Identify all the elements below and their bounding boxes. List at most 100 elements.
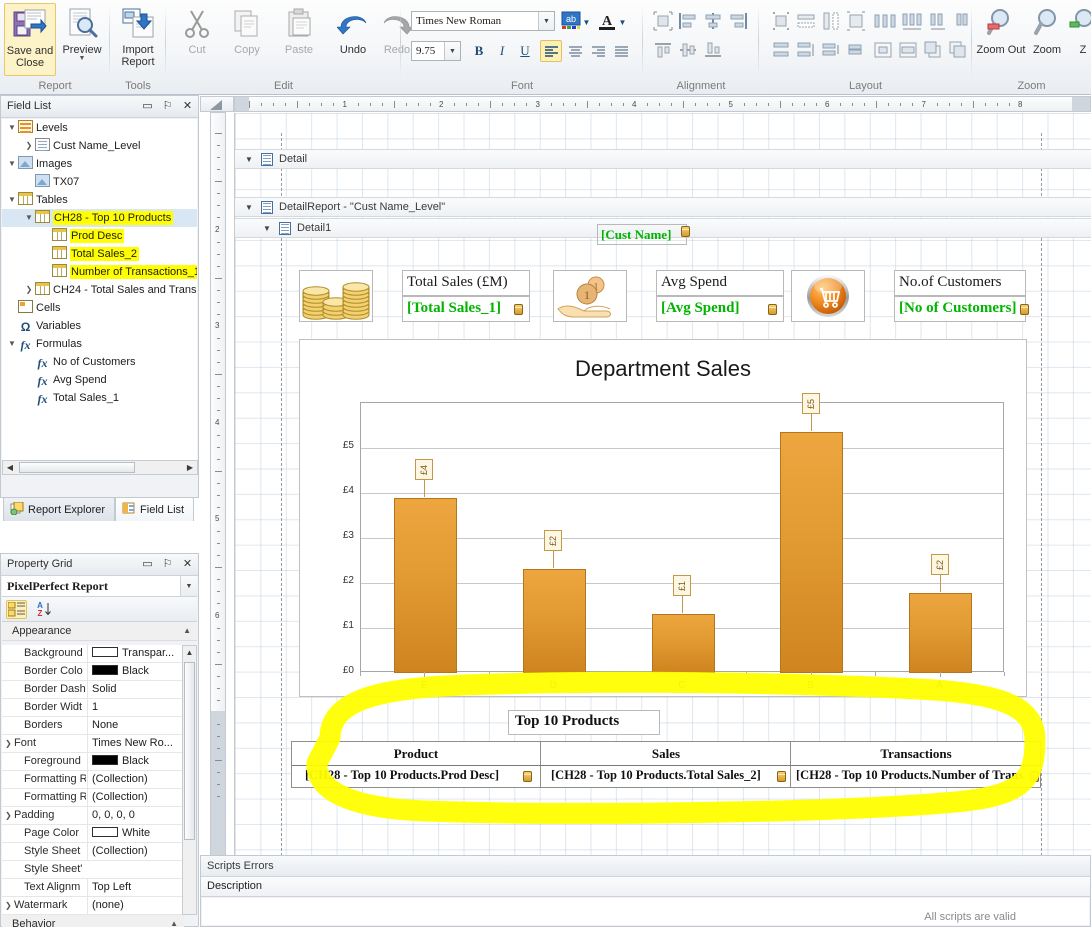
chevron-right-icon[interactable]: ❯ [23,281,35,299]
field-list-item[interactable]: ▼ fx Formulas [2,335,197,353]
pin-icon[interactable]: ⚐ [161,557,174,571]
chevron-down-icon[interactable]: ▼ [581,11,592,33]
align-top-button[interactable] [653,40,675,62]
property-value[interactable]: Black [87,663,184,680]
field-list-item[interactable]: Total Sales_2 [2,245,197,263]
undo-button[interactable]: Undo [332,3,374,76]
chevron-down-icon[interactable]: ▼ [444,42,460,60]
vscroll-thumb[interactable] [184,662,195,840]
property-row[interactable]: Formatting R (Collection) [2,789,184,807]
minimize-icon[interactable]: ▭ [141,557,154,571]
hand-coin-image-control[interactable]: 1 1 [553,270,627,322]
vertical-spacing-equal-button[interactable] [771,40,793,62]
scroll-left-icon[interactable]: ◀ [3,461,17,474]
property-row[interactable]: ❯ Watermark (none) [2,897,184,915]
font-size-combo[interactable]: 9.75 ▼ [411,41,461,61]
property-row[interactable]: ❯ Font Times New Ro... [2,735,184,753]
field-list-item[interactable]: ▼ CH28 - Top 10 Products [2,209,197,227]
total-sales-title-control[interactable]: Total Sales (£M) [402,270,530,296]
cust-name-field-control[interactable]: [Cust Name] [597,224,690,245]
coins-image-control[interactable] [299,270,373,322]
chevron-down-icon[interactable]: ▼ [6,119,18,137]
field-binding-tag-icon[interactable] [681,226,690,237]
property-row[interactable]: Foreground Black [2,753,184,771]
property-row[interactable]: ❯ Padding 0, 0, 0, 0 [2,807,184,825]
categorized-view-button[interactable] [6,599,27,619]
align-right-button[interactable] [587,40,609,62]
property-grid-object-combo[interactable]: PixelPerfect Report ▼ [2,576,197,597]
field-list-item[interactable]: fx No of Customers [2,353,197,371]
scroll-up-icon[interactable]: ▲ [183,646,196,660]
chevron-down-icon[interactable]: ▼ [180,576,197,596]
highlight-color-button[interactable]: ab [561,11,583,33]
horizontal-spacing-decrease-button[interactable] [928,11,950,33]
field-binding-tag-icon[interactable] [514,304,523,315]
property-category-behavior[interactable]: Behavior ▲ [2,915,184,927]
font-color-button[interactable]: A [597,11,619,33]
property-value[interactable]: None [87,717,184,734]
chevron-down-icon[interactable]: ▼ [6,191,18,209]
minimize-icon[interactable]: ▭ [141,99,154,113]
field-list-hscrollbar[interactable]: ◀ ▶ [2,460,198,475]
property-row[interactable]: Text Alignm Top Left [2,879,184,897]
align-justify-button[interactable] [610,40,632,62]
property-value[interactable]: White [87,825,184,842]
bring-to-front-button[interactable] [923,40,945,62]
align-left-button[interactable] [540,40,562,62]
property-value[interactable]: (Collection) [87,789,184,806]
dock-tab[interactable]: Report Explorer [3,497,116,521]
align-left-edges-button[interactable] [678,11,700,33]
center-vertically-button[interactable] [898,40,920,62]
property-value[interactable]: (none) [87,897,184,914]
align-center-button[interactable] [564,40,586,62]
vertical-spacing-increase-button[interactable] [796,40,818,62]
chevron-down-icon[interactable]: ▼ [6,335,18,353]
make-same-width-button[interactable] [796,11,818,33]
zoom-button[interactable]: Zoom [1026,3,1068,76]
make-same-height-button[interactable] [821,11,843,33]
field-binding-tag-icon[interactable] [768,304,777,315]
font-family-combo[interactable]: Times New Roman ▼ [411,11,555,31]
align-middle-button[interactable] [678,40,700,62]
property-row[interactable]: Border Widt 1 [2,699,184,717]
total-sales-value-control[interactable]: [Total Sales_1] [402,296,530,322]
cut-button[interactable]: Cut [174,3,220,76]
align-centers-button[interactable] [703,11,725,33]
field-list-item[interactable]: fx Total Sales_1 [2,389,197,407]
scroll-right-icon[interactable]: ▶ [183,461,197,474]
property-grid-rows[interactable]: Background Transpar... Border Colo Black Bor… [2,645,184,915]
horizontal-spacing-increase-button[interactable] [901,11,923,33]
property-value[interactable]: 1 [87,699,184,716]
chevron-down-icon[interactable]: ▼ [245,198,253,217]
property-row[interactable]: Formatting R (Collection) [2,771,184,789]
chevron-down-icon[interactable]: ▼ [6,155,18,173]
property-value[interactable]: Transpar... [87,645,184,662]
property-row[interactable]: Style Sheet' [2,861,184,879]
scripts-errors-list[interactable]: All scripts are valid [202,898,1089,925]
zoom-in-button[interactable]: Z [1068,3,1091,76]
chevron-down-icon[interactable]: ▼ [263,219,271,238]
property-value[interactable]: Solid [87,681,184,698]
property-value[interactable]: Top Left [87,879,184,896]
dock-tab[interactable]: Field List [115,497,195,521]
chevron-down-icon[interactable]: ▼ [23,209,35,227]
field-binding-tag-icon[interactable] [777,771,786,782]
chevron-right-icon[interactable]: ❯ [23,137,35,155]
cart-image-control[interactable] [791,270,865,322]
table-cell-product[interactable]: [CH28 - Top 10 Products.Prod Desc] [292,766,541,788]
field-list-tree[interactable]: ▼ Levels ❯ Cust Name_Level ▼ Images TX07 ▼ Table… [2,119,197,474]
field-list-item[interactable]: ❯ CH24 - Total Sales and Transa [2,281,197,299]
field-list-item[interactable]: ▼ Tables [2,191,197,209]
field-list-item[interactable]: Prod Desc [2,227,197,245]
vertical-spacing-remove-button[interactable] [846,40,868,62]
italic-button[interactable]: I [491,40,513,62]
field-list-item[interactable]: TX07 [2,173,197,191]
bold-button[interactable]: B [468,40,490,62]
save-and-close-button[interactable]: Save and Close [4,3,56,76]
pin-icon[interactable]: ⚐ [161,99,174,113]
paste-button[interactable]: Paste [276,3,322,76]
table-row[interactable]: [CH28 - Top 10 Products.Prod Desc] [CH28… [292,766,1040,788]
property-value[interactable]: (Collection) [87,843,184,860]
import-report-button[interactable]: Import Report [112,3,164,76]
field-list-item[interactable]: Number of Transactions_1 [2,263,197,281]
